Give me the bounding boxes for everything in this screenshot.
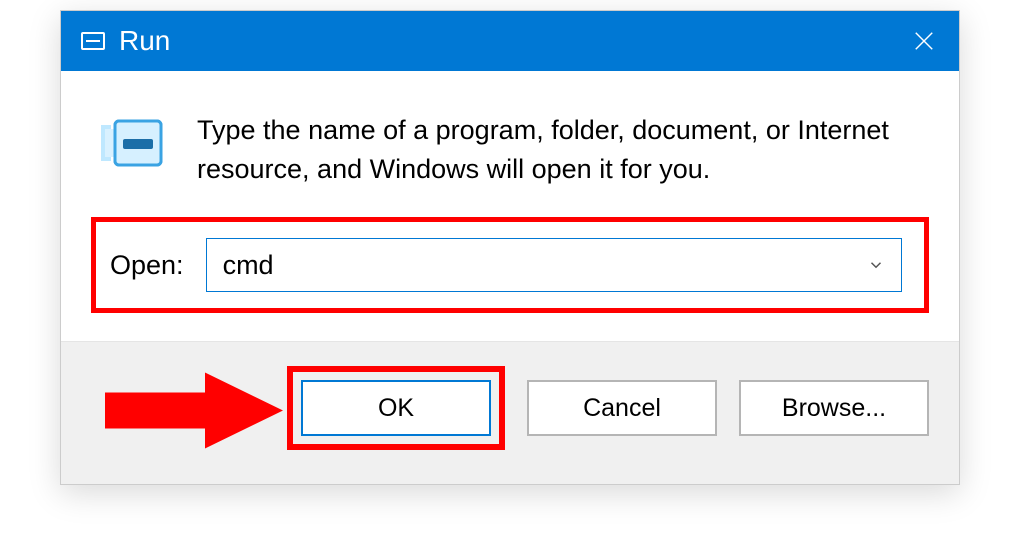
open-combobox-value: cmd — [223, 250, 274, 281]
run-program-icon — [101, 115, 165, 176]
close-button[interactable] — [889, 11, 959, 71]
open-section-highlight: Open: cmd — [91, 217, 929, 313]
ok-button[interactable]: OK — [301, 380, 491, 436]
run-titlebar-icon — [81, 32, 105, 50]
cancel-button[interactable]: Cancel — [527, 380, 717, 436]
browse-button[interactable]: Browse... — [739, 380, 929, 436]
titlebar-left: Run — [81, 25, 170, 57]
run-dialog: Run Type the name of a program, fold — [60, 10, 960, 485]
open-combobox[interactable]: cmd — [206, 238, 902, 292]
close-icon — [913, 30, 935, 52]
dialog-footer: OK Cancel Browse... — [61, 341, 959, 484]
window-title: Run — [119, 25, 170, 57]
open-label: Open: — [110, 250, 184, 281]
titlebar: Run — [61, 11, 959, 71]
description-row: Type the name of a program, folder, docu… — [91, 111, 929, 189]
ok-button-highlight: OK — [287, 366, 505, 450]
chevron-down-icon — [867, 250, 885, 281]
highlight-arrow-icon — [105, 371, 285, 456]
description-text: Type the name of a program, folder, docu… — [197, 111, 919, 189]
dialog-body: Type the name of a program, folder, docu… — [61, 71, 959, 341]
